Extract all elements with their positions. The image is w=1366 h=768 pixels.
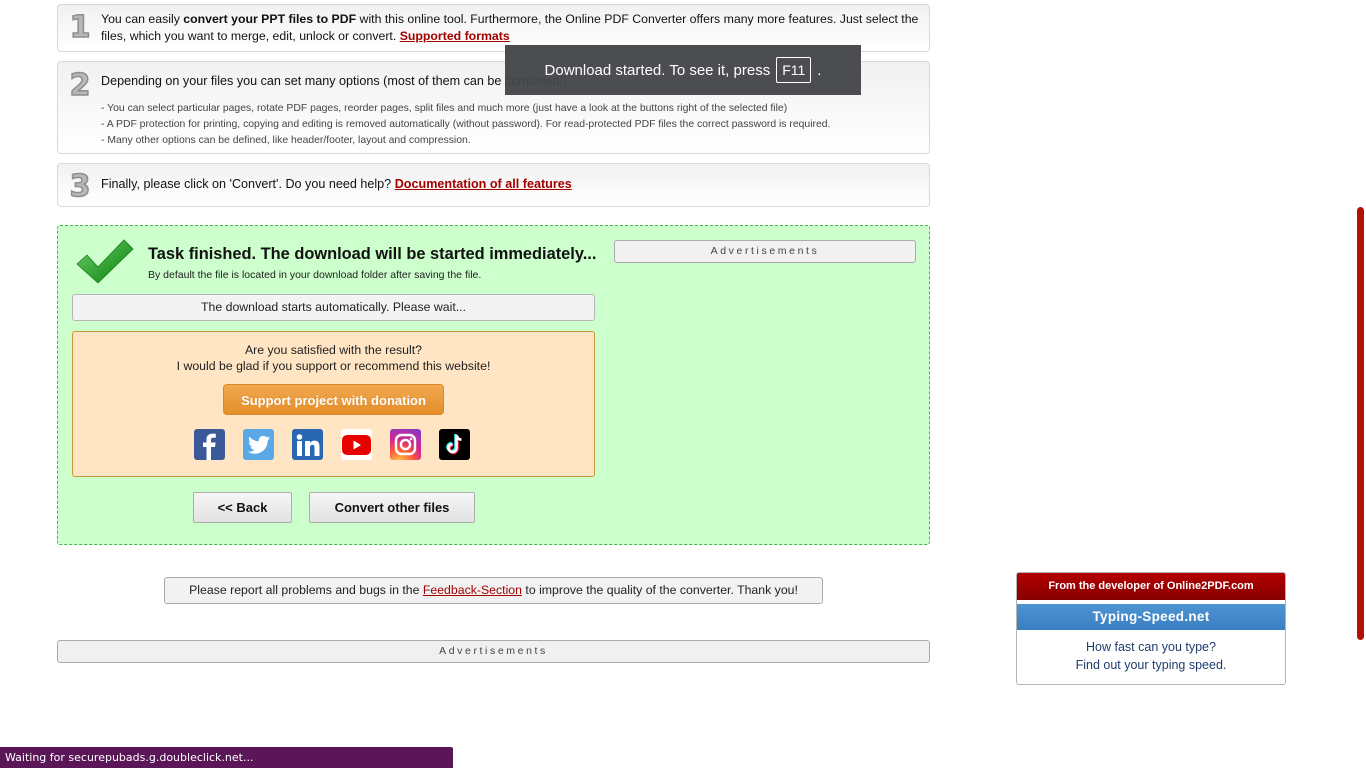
download-wait-message: The download starts automatically. Pleas… <box>72 294 595 321</box>
typing-speed-promo[interactable]: From the developer of Online2PDF.com Typ… <box>1016 572 1286 685</box>
social-links <box>70 429 594 460</box>
download-started-toast: Download started. To see it, press F11 . <box>505 45 861 95</box>
promo-site-name[interactable]: Typing-Speed.net <box>1017 604 1285 630</box>
satisfaction-question: Are you satisfied with the result? I wou… <box>73 342 594 374</box>
support-appeal-line: I would be glad if you support or recomm… <box>176 359 491 373</box>
step-1-text-bold: convert your PPT files to PDF <box>183 12 357 26</box>
satisfaction-question-line: Are you satisfied with the result? <box>244 343 423 357</box>
step-1-text-pre: You can easily <box>101 12 184 26</box>
feedback-text-post: to improve the quality of the converter.… <box>521 583 798 597</box>
donation-box: Are you satisfied with the result? I wou… <box>72 331 595 477</box>
promo-body: How fast can you type? Find out your typ… <box>1017 638 1285 674</box>
step-3-box: 3 Finally, please click on 'Convert'. Do… <box>57 163 930 207</box>
facebook-icon[interactable] <box>194 429 225 460</box>
task-finished-subtitle: By default the file is located in your d… <box>148 269 482 281</box>
step-number-3: 3 <box>69 168 91 205</box>
step-2-option: - Many other options can be defined, lik… <box>101 135 471 146</box>
youtube-icon[interactable] <box>341 429 372 460</box>
browser-status-bar: Waiting for securepubads.g.doubleclick.n… <box>0 747 453 768</box>
twitter-icon[interactable] <box>243 429 274 460</box>
promo-line-2: Find out your typing speed. <box>1075 658 1227 672</box>
page-scrollbar-thumb[interactable] <box>1357 207 1364 640</box>
step-number-2: 2 <box>69 67 91 104</box>
step-1-text: You can easily convert your PPT files to… <box>101 11 921 45</box>
support-donation-button[interactable]: Support project with donation <box>223 384 444 415</box>
promo-header: From the developer of Online2PDF.com <box>1017 573 1285 600</box>
step-2-options-list: - You can select particular pages, rotat… <box>101 101 830 149</box>
toast-suffix: . <box>817 61 822 79</box>
step-3-text-main: Finally, please click on 'Convert'. Do y… <box>101 177 395 191</box>
convert-other-files-button[interactable]: Convert other files <box>309 492 475 523</box>
promo-line-1: How fast can you type? <box>1086 640 1216 654</box>
task-finished-panel: Task finished. The download will be star… <box>57 225 930 545</box>
step-2-option: - You can select particular pages, rotat… <box>101 103 788 114</box>
toast-key-hint: F11 <box>776 57 812 83</box>
linkedin-icon[interactable] <box>292 429 323 460</box>
documentation-link[interactable]: Documentation of all features <box>395 177 572 191</box>
instagram-icon[interactable] <box>390 429 421 460</box>
step-3-text: Finally, please click on 'Convert'. Do y… <box>101 177 572 191</box>
back-button[interactable]: << Back <box>193 492 292 523</box>
advertisement-label-side: Advertisements <box>614 240 916 263</box>
feedback-section-link[interactable]: Feedback-Section <box>423 583 522 597</box>
task-finished-title: Task finished. The download will be star… <box>148 245 597 263</box>
feedback-notice: Please report all problems and bugs in t… <box>164 577 823 604</box>
supported-formats-link[interactable]: Supported formats <box>400 29 510 43</box>
advertisement-label-bottom: Advertisements <box>57 640 930 663</box>
checkmark-icon <box>76 239 134 284</box>
toast-text: Download started. To see it, press <box>544 61 771 79</box>
step-number-1: 1 <box>69 9 91 46</box>
feedback-text-pre: Please report all problems and bugs in t… <box>189 583 423 597</box>
step-2-option: - A PDF protection for printing, copying… <box>101 119 831 130</box>
tiktok-icon[interactable] <box>439 429 470 460</box>
step-2-heading: Depending on your files you can set many… <box>101 74 568 88</box>
